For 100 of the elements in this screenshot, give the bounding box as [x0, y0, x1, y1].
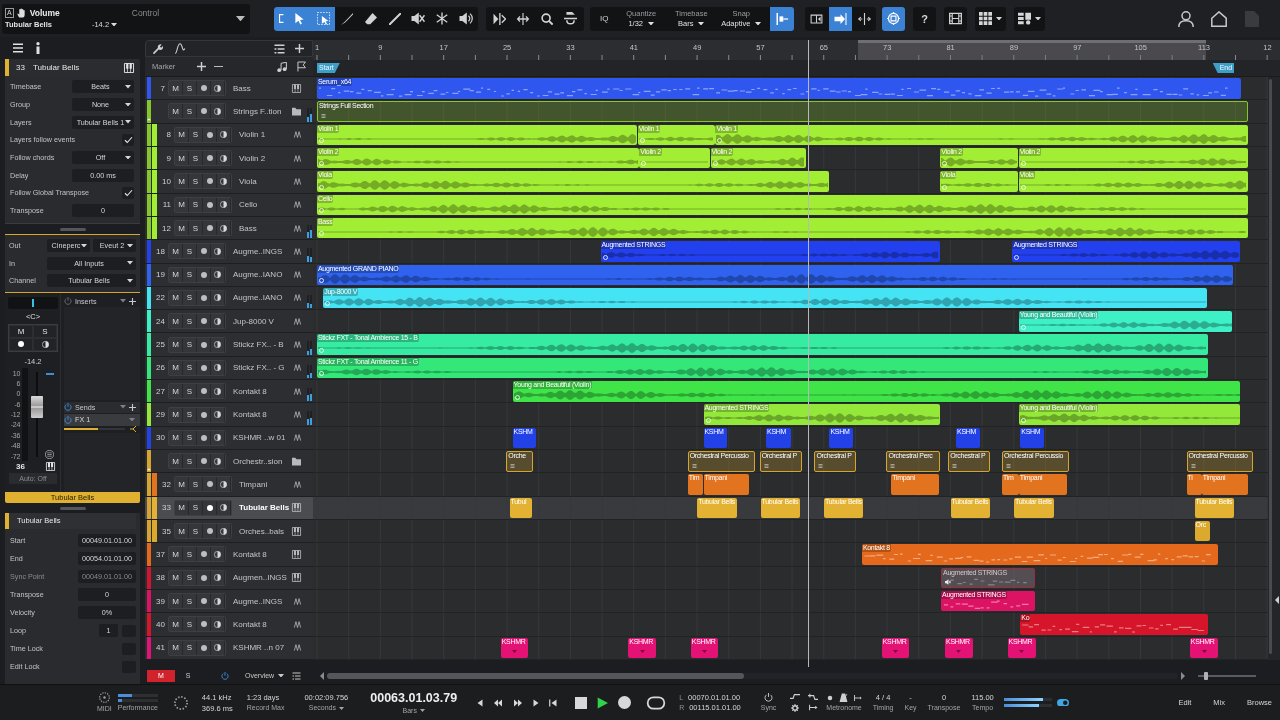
monitor-button[interactable] — [211, 81, 225, 96]
track-toggle-button[interactable]: S — [183, 570, 197, 585]
track-toggle-button[interactable]: M — [175, 127, 189, 142]
track-toggle-button[interactable]: M — [175, 524, 189, 539]
track-toggle-button[interactable]: M — [169, 81, 183, 96]
track-toggle-button[interactable]: M — [169, 570, 183, 585]
flag-icon[interactable] — [297, 61, 307, 72]
monitor-button[interactable] — [211, 407, 225, 422]
track-header[interactable]: 40 M S Kontakt 8 — [145, 613, 313, 637]
track-toggle-button[interactable]: M — [169, 454, 183, 469]
zoom-slider-track[interactable] — [1198, 674, 1256, 677]
track-toggle-button[interactable]: S — [183, 244, 197, 259]
vertical-scrollbar[interactable] — [1268, 77, 1280, 660]
record-enable-button[interactable] — [197, 360, 211, 375]
tool-button[interactable] — [274, 6, 288, 31]
user-icon[interactable] — [1178, 10, 1194, 27]
record-enable-button[interactable] — [203, 127, 217, 142]
track-toggle-button[interactable]: M — [169, 290, 183, 305]
track-toggle-button[interactable]: M — [169, 430, 183, 445]
transport-button[interactable] — [493, 698, 504, 707]
track-toggle-button[interactable]: S — [183, 430, 197, 445]
instrument-icon[interactable] — [45, 449, 54, 459]
music-note-icon[interactable] — [277, 61, 287, 72]
scroll-thumb[interactable] — [327, 672, 744, 679]
track-header[interactable]: 27 M S Kontakt 8 — [145, 380, 313, 404]
channel-toggle-button[interactable]: S — [33, 324, 57, 338]
playhead-line[interactable] — [808, 40, 810, 667]
send-level-track[interactable] — [64, 428, 125, 431]
record-enable-button[interactable] — [203, 221, 217, 236]
midi-activity-icon[interactable] — [98, 692, 110, 703]
caret-icon[interactable] — [236, 15, 245, 22]
track-toggle-button[interactable]: M — [175, 174, 189, 189]
track-header[interactable]: 35 M S Orches..bals — [145, 519, 313, 544]
track-header[interactable]: 7 M S Bass — [145, 77, 313, 101]
record-enable-button[interactable] — [197, 290, 211, 305]
track-header[interactable]: 12 M S Bass — [145, 216, 313, 241]
focus-button[interactable] — [882, 6, 905, 31]
home-icon[interactable] — [1211, 10, 1227, 27]
record-enable-button[interactable] — [197, 570, 211, 585]
activity-icon[interactable] — [173, 695, 188, 710]
track-toggle-button[interactable]: S — [183, 617, 197, 632]
track-header[interactable]: 8 M S Violin 1 — [145, 123, 313, 147]
track-title-bar[interactable]: 33 Tubular Bells — [5, 59, 140, 76]
track-toggle-button[interactable]: S — [183, 454, 197, 469]
count-in-icon[interactable] — [853, 693, 862, 702]
track-toggle-button[interactable]: S — [189, 174, 203, 189]
view-button[interactable] — [944, 6, 967, 31]
performance-meter-track[interactable] — [117, 698, 158, 702]
performance-meter-track[interactable] — [117, 693, 158, 697]
monitor-button[interactable] — [217, 524, 231, 539]
transport-button[interactable] — [575, 696, 588, 709]
monitor-button[interactable] — [211, 617, 225, 632]
record-enable-button[interactable] — [197, 104, 211, 119]
track-toggle-button[interactable]: S — [183, 547, 197, 562]
track-header[interactable]: 19 M S Augme..IANO — [145, 263, 313, 287]
horizontal-scrollbar[interactable] — [327, 672, 1178, 679]
track-toggle-button[interactable]: M — [169, 314, 183, 329]
track-toggle-button[interactable]: S — [183, 337, 197, 352]
resize-handle[interactable] — [59, 506, 86, 510]
track-header[interactable]: 24 M S Jup-8000 V — [145, 310, 313, 334]
record-enable-button[interactable] — [197, 430, 211, 445]
pan-slider[interactable] — [8, 296, 58, 309]
track-toggle-button[interactable]: M — [175, 500, 189, 515]
monitor-button[interactable] — [211, 640, 225, 655]
track-toggle-button[interactable]: S — [189, 524, 203, 539]
track-toggle-button[interactable]: M — [175, 477, 189, 492]
record-enable-button[interactable] — [197, 267, 211, 282]
track-toggle-button[interactable]: M — [175, 151, 189, 166]
record-enable-button[interactable] — [203, 524, 217, 539]
tool-button[interactable] — [311, 6, 336, 31]
channel-toggle-button[interactable]: M — [9, 324, 33, 338]
track-header[interactable]: 11 M S Cello — [145, 193, 313, 217]
checkbox[interactable] — [122, 133, 134, 146]
snap-button[interactable] — [770, 6, 794, 31]
plus-icon[interactable] — [295, 44, 304, 53]
track-header[interactable]: M S Orchestr..sion — [145, 450, 313, 474]
transport-button[interactable] — [618, 696, 632, 709]
track-toggle-button[interactable]: M — [169, 104, 183, 119]
record-enable-button[interactable] — [197, 337, 211, 352]
track-toggle-button[interactable]: S — [189, 221, 203, 236]
monitor-button[interactable] — [217, 500, 231, 515]
track-header[interactable]: 26 M S Stickz FX.. - G — [145, 356, 313, 381]
pre-roll-icon[interactable] — [808, 703, 818, 712]
list-icon[interactable] — [274, 43, 285, 54]
monitor-button[interactable] — [217, 197, 231, 212]
record-enable-button[interactable] — [197, 244, 211, 259]
record-enable-button[interactable] — [203, 151, 217, 166]
track-toggle-button[interactable]: M — [169, 640, 183, 655]
track-header[interactable]: 37 M S Kontakt 8 — [145, 543, 313, 567]
plus-icon[interactable] — [129, 403, 136, 411]
scroll-right-icon[interactable] — [1181, 671, 1185, 680]
track-toggle-button[interactable]: S — [189, 127, 203, 142]
transport-button[interactable] — [477, 698, 484, 707]
record-enable-button[interactable] — [197, 454, 211, 469]
record-enable-button[interactable] — [203, 477, 217, 492]
record-enable-button[interactable] — [197, 617, 211, 632]
record-enable-button[interactable] — [197, 640, 211, 655]
record-enable-button[interactable] — [197, 384, 211, 399]
track-header[interactable]: 29 M S Kontakt 8 — [145, 403, 313, 427]
info-icon[interactable] — [36, 42, 40, 54]
